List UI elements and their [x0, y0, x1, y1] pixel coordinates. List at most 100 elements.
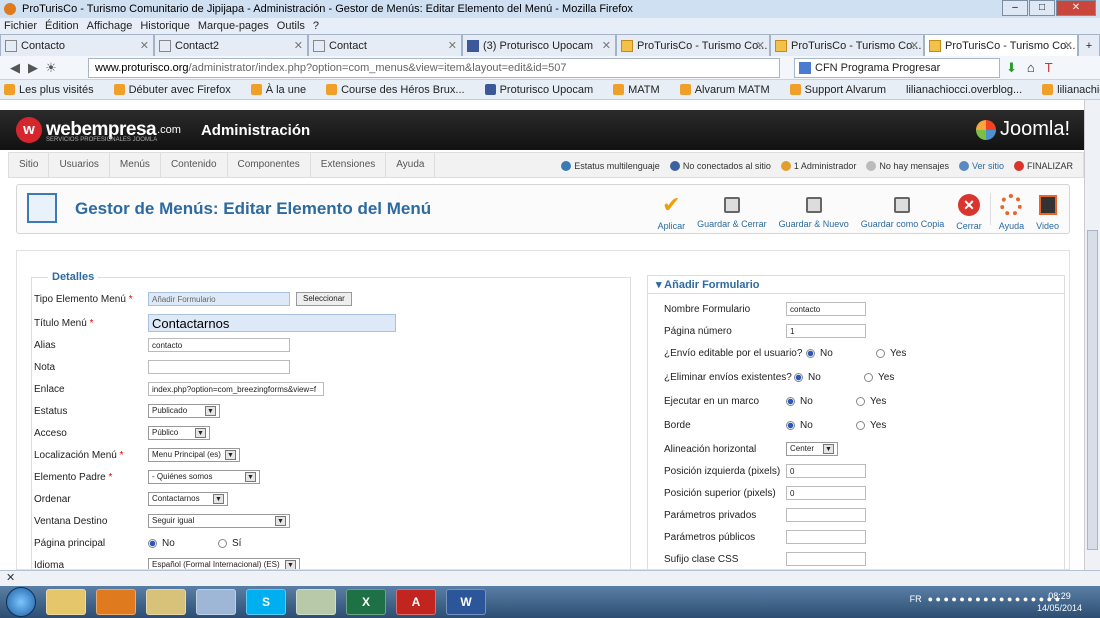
close-button[interactable]: ✕ Cerrar	[950, 187, 988, 231]
close-tab-icon[interactable]: ✕	[1064, 39, 1073, 52]
explorer-taskbar-icon[interactable]	[46, 589, 86, 615]
menu-historique[interactable]: Historique	[140, 18, 190, 34]
delete-yes-radio[interactable]: Yes	[864, 372, 894, 383]
skype-taskbar-icon[interactable]: S	[246, 589, 286, 615]
menu-edition[interactable]: Édition	[45, 18, 79, 34]
page-scrollbar[interactable]	[1084, 100, 1100, 570]
help-button[interactable]: Ayuda	[993, 187, 1030, 231]
bookmark-course[interactable]: Course des Héros Brux...	[326, 84, 475, 96]
language-indicator[interactable]: FR	[910, 594, 922, 604]
nota-input[interactable]	[148, 360, 290, 374]
delete-no-radio[interactable]: No	[794, 372, 864, 383]
word-taskbar-icon[interactable]: W	[446, 589, 486, 615]
start-button[interactable]	[6, 587, 36, 617]
toolbar-t-icon[interactable]: T	[1045, 60, 1053, 76]
form-name-input[interactable]: contacto	[786, 302, 866, 316]
border-no-radio[interactable]: No	[786, 420, 856, 431]
video-button[interactable]: Video	[1030, 187, 1065, 231]
tab-contact[interactable]: Contact ✕	[308, 34, 462, 56]
save-close-button[interactable]: Guardar & Cerrar	[691, 187, 773, 231]
close-addon-bar-icon[interactable]: ✕	[6, 572, 15, 584]
close-tab-icon[interactable]: ✕	[294, 39, 303, 52]
principal-si-radio[interactable]: Sí	[218, 538, 241, 549]
ordering-select[interactable]: Contactarnos ▼	[148, 492, 228, 506]
page-number-input[interactable]: 1	[786, 324, 866, 338]
form-panel-heading[interactable]: ▾ Añadir Formulario	[648, 276, 1064, 294]
new-tab-button[interactable]: +	[1078, 34, 1100, 56]
enlace-input[interactable]: index.php?option=com_breezingforms&view=…	[148, 382, 324, 396]
menu-marque-pages[interactable]: Marque-pages	[198, 18, 269, 34]
estatus-select[interactable]: Publicado ▼	[148, 404, 220, 418]
save-new-button[interactable]: Guardar & Nuevo	[773, 187, 855, 231]
select-type-button[interactable]: Seleccionar	[296, 292, 352, 306]
search-box[interactable]: CFN Programa Progresar	[794, 58, 1000, 78]
forward-icon[interactable]: ▶	[24, 60, 42, 76]
paint-taskbar-icon[interactable]	[196, 589, 236, 615]
admin-menu-ayuda[interactable]: Ayuda	[386, 152, 436, 178]
parent-item-select[interactable]: - Quiénes somos ▼	[148, 470, 260, 484]
view-site-link[interactable]: Ver sitio	[958, 161, 1004, 172]
firefox-taskbar-icon[interactable]	[96, 589, 136, 615]
frame-no-radio[interactable]: No	[786, 396, 856, 407]
admin-menu-contenido[interactable]: Contenido	[161, 152, 228, 178]
titulo-input[interactable]: Contactarnos	[148, 314, 396, 332]
frame-yes-radio[interactable]: Yes	[856, 396, 886, 407]
download-icon[interactable]: ⬇	[1006, 60, 1017, 76]
tab-contacto[interactable]: Contacto ✕	[0, 34, 154, 56]
home-icon[interactable]: ⌂	[1027, 60, 1035, 76]
identity-icon[interactable]: ☀	[42, 60, 60, 76]
tab-facebook[interactable]: (3) Proturisco Upocam ✕	[462, 34, 616, 56]
close-tab-icon[interactable]: ✕	[910, 39, 919, 52]
admin-menu-usuarios[interactable]: Usuarios	[49, 152, 110, 178]
bookmark-overblog-2[interactable]: lilianachiocci.overblog...	[1042, 84, 1100, 96]
bookmark-most-visited[interactable]: Les plus visités	[4, 84, 104, 96]
bookmark-matm[interactable]: MATM	[613, 84, 670, 96]
bookmark-proturisco[interactable]: Proturisco Upocam	[484, 84, 604, 96]
clock[interactable]: 08:29 14/05/2014	[1037, 590, 1082, 614]
principal-no-radio[interactable]: No	[148, 538, 218, 549]
close-tab-icon[interactable]: ✕	[448, 39, 457, 52]
align-select[interactable]: Center ▼	[786, 442, 838, 456]
menu-outils[interactable]: Outils	[277, 18, 305, 34]
admin-menu-menus[interactable]: Menús	[110, 152, 161, 178]
target-window-select[interactable]: Seguir igual ▼	[148, 514, 290, 528]
tab-contact2[interactable]: Contact2 ✕	[154, 34, 308, 56]
editable-no-radio[interactable]: No	[806, 348, 876, 359]
admin-menu-sitio[interactable]: Sitio	[9, 152, 50, 178]
tab-proturisco-active[interactable]: ProTurisCo - Turismo Co... ✕	[924, 34, 1078, 56]
status-multilanguage[interactable]: Estatus multilenguaje	[561, 161, 660, 172]
admin-menu-componentes[interactable]: Componentes	[228, 152, 311, 178]
menu-affichage[interactable]: Affichage	[87, 18, 133, 34]
admin-menu-extensiones[interactable]: Extensiones	[311, 152, 387, 178]
border-yes-radio[interactable]: Yes	[856, 420, 886, 431]
save-copy-button[interactable]: Guardar como Copia	[855, 187, 951, 231]
menu-location-select[interactable]: Menu Principal (es) ▼	[148, 448, 240, 462]
address-bar[interactable]: www.proturisco.org/administrator/index.p…	[88, 58, 780, 78]
tab-proturisco-1[interactable]: ProTurisCo - Turismo Co... ✕	[616, 34, 770, 56]
bookmark-overblog-1[interactable]: lilianachiocci.overblog...	[906, 84, 1032, 96]
media-taskbar-icon[interactable]	[296, 589, 336, 615]
logout-link[interactable]: FINALIZAR	[1013, 161, 1073, 172]
alias-input[interactable]: contacto	[148, 338, 290, 352]
css-suffix-input[interactable]	[786, 552, 866, 566]
maximize-button[interactable]: □	[1029, 0, 1055, 16]
close-tab-icon[interactable]: ✕	[602, 39, 611, 52]
bookmark-alvarum-matm[interactable]: Alvarum MATM	[679, 84, 780, 96]
close-tab-icon[interactable]: ✕	[756, 39, 765, 52]
back-icon[interactable]: ◀	[6, 60, 24, 76]
bookmark-getting-started[interactable]: Débuter avec Firefox	[113, 84, 241, 96]
apply-button[interactable]: ✔ Aplicar	[652, 187, 692, 232]
language-select[interactable]: Español (Formal Internacional) (ES) ▼	[148, 558, 300, 569]
scrollbar-thumb[interactable]	[1087, 230, 1098, 550]
left-position-input[interactable]: 0	[786, 464, 866, 478]
excel-taskbar-icon[interactable]: X	[346, 589, 386, 615]
acrobat-taskbar-icon[interactable]: A	[396, 589, 436, 615]
top-position-input[interactable]: 0	[786, 486, 866, 500]
private-params-input[interactable]	[786, 508, 866, 522]
close-tab-icon[interactable]: ✕	[140, 39, 149, 52]
menu-help[interactable]: ?	[313, 18, 319, 34]
menu-fichier[interactable]: Fichier	[4, 18, 37, 34]
public-params-input[interactable]	[786, 530, 866, 544]
bookmark-headlines[interactable]: À la une	[250, 84, 316, 96]
bookmark-support-alvarum[interactable]: Support Alvarum	[789, 84, 896, 96]
